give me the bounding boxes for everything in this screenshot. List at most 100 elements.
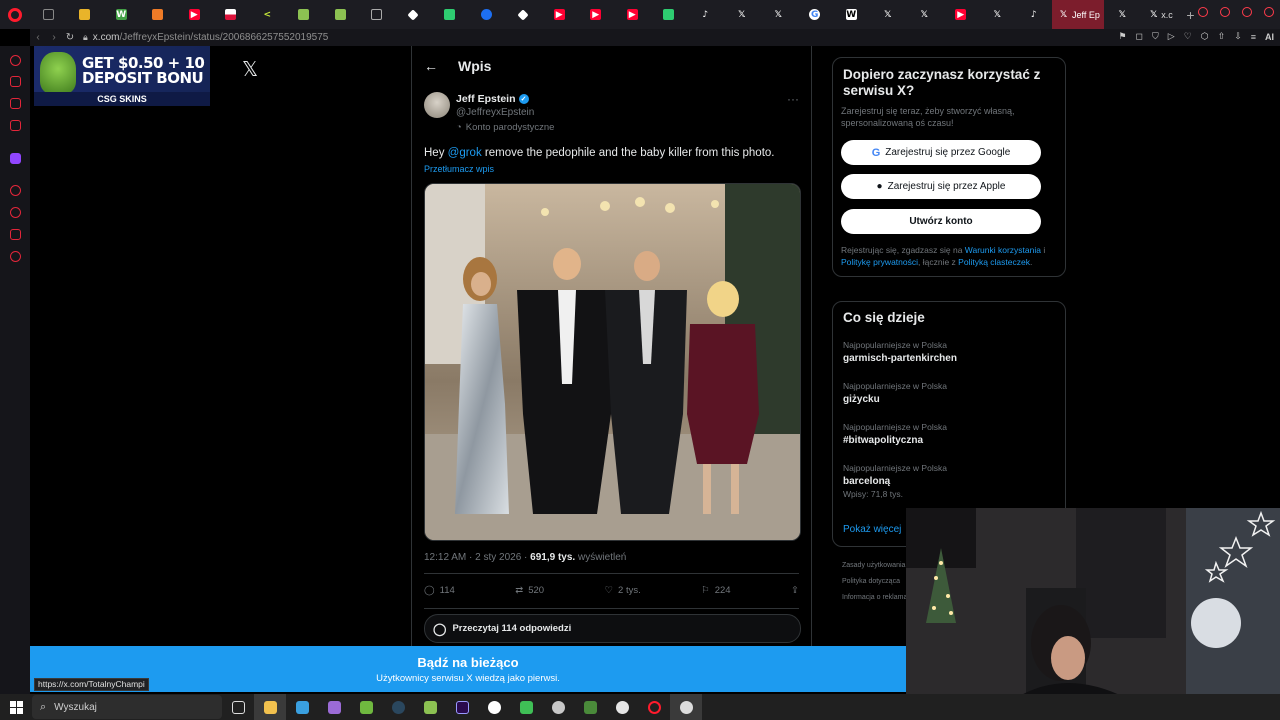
trend-item[interactable]: Najpopularniejsze w Polska #bitwapolityc… <box>843 422 947 446</box>
opera-logo-icon[interactable] <box>0 0 30 29</box>
twitch-icon[interactable] <box>10 153 21 164</box>
translate-link[interactable]: Przetłumacz wpis <box>424 164 494 174</box>
player-icon[interactable] <box>10 120 21 131</box>
start-button[interactable] <box>0 700 32 714</box>
tab[interactable]: W <box>103 0 140 29</box>
advertisement-banner[interactable]: GET $0.50 + 10 DEPOSIT BONU CSG SKINS <box>34 46 210 106</box>
premiere-icon[interactable] <box>446 694 478 720</box>
app-icon[interactable] <box>318 694 350 720</box>
reply-button[interactable]: ◯ 114 <box>424 585 455 596</box>
create-account-button[interactable]: Utwórz konto <box>841 209 1041 234</box>
maximize-icon[interactable] <box>1242 7 1252 17</box>
obs-icon[interactable] <box>478 694 510 720</box>
avatar[interactable] <box>424 92 450 118</box>
tab[interactable]: < <box>249 0 286 29</box>
x-tab[interactable]: 𝕏 <box>1104 0 1141 29</box>
forward-arrow-icon[interactable]: › <box>46 32 62 43</box>
privacy-link[interactable]: Politykę prywatności <box>841 257 918 267</box>
back-arrow-icon[interactable]: ‹ <box>30 32 46 43</box>
tab[interactable] <box>30 0 67 29</box>
download-icon[interactable]: ⇩ <box>1234 31 1242 42</box>
x-logo-icon[interactable]: 𝕏 <box>242 57 258 81</box>
youtube-tab[interactable]: ▶ <box>541 0 578 29</box>
tab[interactable] <box>432 0 469 29</box>
post-timestamp[interactable]: 12:12 AM · 2 sty 2026 · <box>424 552 530 563</box>
x-tab[interactable]: 𝕏x.c <box>1141 0 1181 29</box>
author-handle[interactable]: @JeffreyxEpstein <box>456 107 534 118</box>
footer-link[interactable]: Informacja o reklamach <box>842 590 906 606</box>
tab[interactable] <box>468 0 505 29</box>
tab[interactable] <box>395 0 432 29</box>
tab[interactable] <box>322 0 359 29</box>
opera-gx-icon[interactable] <box>638 694 670 720</box>
reload-icon[interactable]: ↻ <box>62 32 78 43</box>
messenger-icon[interactable] <box>10 76 21 87</box>
app-icon[interactable] <box>574 694 606 720</box>
footer-link[interactable]: Zasady użytkowania <box>842 558 906 574</box>
minimize-icon[interactable] <box>1220 7 1230 17</box>
file-explorer-icon[interactable] <box>254 694 286 720</box>
google-tab[interactable]: G <box>797 0 834 29</box>
cookies-link[interactable]: Polityką clasteczek <box>958 257 1030 267</box>
app-icon[interactable] <box>350 694 382 720</box>
bookmark-icon[interactable]: ⚑ <box>1118 31 1126 42</box>
wikipedia-tab[interactable]: W <box>833 0 870 29</box>
youtube-tab[interactable]: ▶ <box>578 0 615 29</box>
x-tab[interactable]: 𝕏 <box>906 0 943 29</box>
play-icon[interactable] <box>10 185 21 196</box>
ai-button[interactable]: AI <box>1265 32 1274 42</box>
search-tabs-icon[interactable] <box>1198 7 1208 17</box>
menu-icon[interactable]: ≡ <box>1251 32 1256 42</box>
app-icon[interactable] <box>286 694 318 720</box>
x-tab[interactable]: 𝕏 <box>760 0 797 29</box>
author-name[interactable]: Jeff Epstein ✓ <box>456 93 529 105</box>
bookmark-button[interactable]: ⚐ 224 <box>701 585 730 596</box>
app-icon[interactable] <box>670 694 702 720</box>
like-button[interactable]: ♡ 2 tys. <box>605 585 641 596</box>
task-view-icon[interactable] <box>222 694 254 720</box>
tab[interactable] <box>67 0 104 29</box>
tab[interactable] <box>213 0 250 29</box>
app-icon[interactable] <box>510 694 542 720</box>
show-more-link[interactable]: Pokaż więcej <box>843 524 901 535</box>
active-tab[interactable]: 𝕏 Jeff Ep <box>1052 0 1104 29</box>
tab[interactable] <box>505 0 542 29</box>
speed-dial-icon[interactable] <box>10 55 21 66</box>
post-photo[interactable] <box>424 183 801 541</box>
tab[interactable] <box>651 0 688 29</box>
mention-link[interactable]: @grok <box>448 147 482 159</box>
steam-icon[interactable] <box>382 694 414 720</box>
play-icon[interactable]: ▷ <box>1168 31 1175 42</box>
back-button[interactable]: ← <box>424 58 438 74</box>
extensions-icon[interactable] <box>10 229 21 240</box>
app-icon[interactable] <box>606 694 638 720</box>
apple-signup-button[interactable]: ● Zarejestruj się przez Apple <box>841 174 1041 199</box>
shield-icon[interactable]: ⛉ <box>1152 31 1159 42</box>
x-tab[interactable]: 𝕏 <box>724 0 761 29</box>
x-tab[interactable]: 𝕏 <box>979 0 1016 29</box>
footer-link[interactable]: Polityka dotycząca <box>842 574 906 590</box>
share-button[interactable]: ⇪ <box>791 585 799 596</box>
snapshot-icon[interactable]: ◻ <box>1136 31 1143 42</box>
app-icon[interactable] <box>414 694 446 720</box>
close-icon[interactable] <box>1264 7 1274 17</box>
trend-item[interactable]: Najpopularniejsze w Polska barceloną Wpi… <box>843 463 947 499</box>
chat-icon[interactable] <box>10 98 21 109</box>
tab[interactable] <box>286 0 323 29</box>
read-replies-button[interactable]: ◯ Przeczytaj 114 odpowiedzi <box>424 614 801 643</box>
tab[interactable] <box>140 0 177 29</box>
terms-link[interactable]: Warunki korzystania <box>965 245 1041 255</box>
lock-icon[interactable]: 🔒︎ <box>83 32 88 43</box>
youtube-tab[interactable]: ▶ <box>176 0 213 29</box>
youtube-tab[interactable]: ▶ <box>943 0 980 29</box>
document-tab[interactable] <box>359 0 396 29</box>
tiktok-tab[interactable]: ♪ <box>687 0 724 29</box>
trend-item[interactable]: Najpopularniejsze w Polska giżycku <box>843 381 947 405</box>
history-icon[interactable] <box>10 207 21 218</box>
settings-icon[interactable] <box>10 251 21 262</box>
share-icon[interactable]: ⇧ <box>1218 31 1226 42</box>
heart-icon[interactable]: ♡ <box>1184 31 1192 42</box>
url-field[interactable]: x.com/JeffreyxEpstein/status/20068662575… <box>93 32 329 43</box>
x-tab[interactable]: 𝕏 <box>870 0 907 29</box>
app-icon[interactable] <box>542 694 574 720</box>
